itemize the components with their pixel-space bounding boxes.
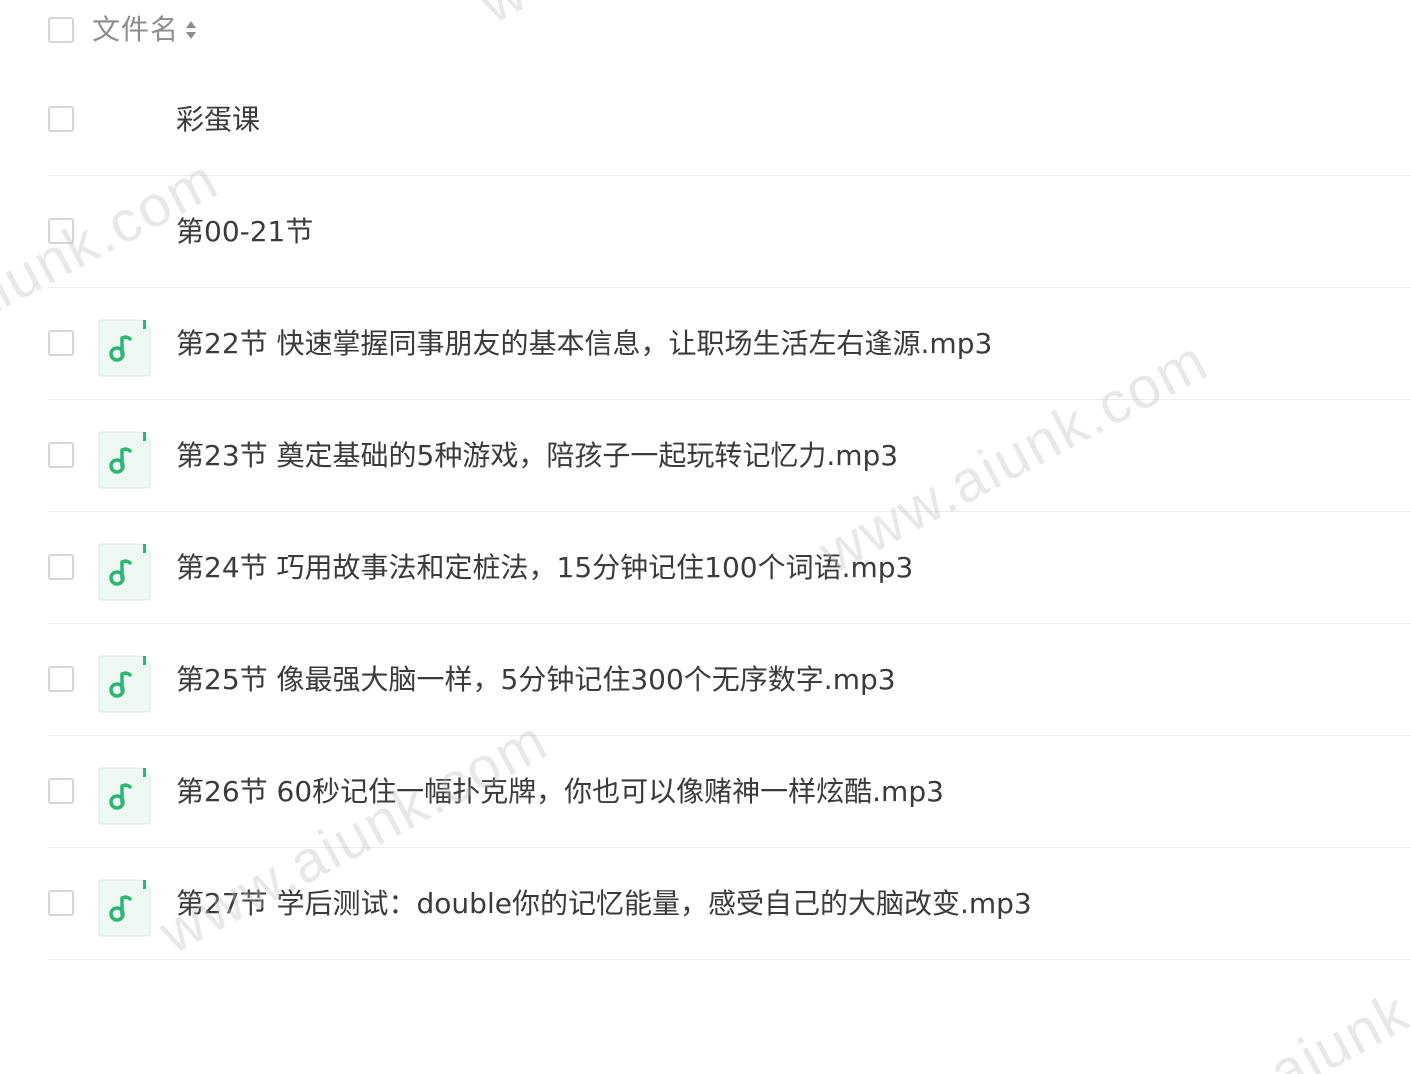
file-row[interactable]: 第25节 像最强大脑一样，5分钟记住300个无序数字.mp3	[0, 624, 1410, 736]
file-name[interactable]: 第23节 奠定基础的5种游戏，陪孩子一起玩转记忆力.mp3	[176, 436, 898, 476]
file-name[interactable]: 彩蛋课	[176, 100, 260, 140]
music-file-icon[interactable]	[94, 878, 154, 938]
file-row[interactable]: 第23节 奠定基础的5种游戏，陪孩子一起玩转记忆力.mp3	[0, 400, 1410, 512]
file-name[interactable]: 第24节 巧用故事法和定桩法，15分钟记住100个词语.mp3	[176, 548, 913, 588]
row-checkbox[interactable]	[48, 890, 74, 916]
folder-icon[interactable]	[94, 94, 154, 154]
file-list-page: 文件名 彩蛋课第00-21节第22节 快速掌握同事朋友的基本信息，让职场生活左右…	[0, 0, 1410, 1074]
music-file-icon[interactable]	[94, 542, 154, 602]
music-file-icon[interactable]	[94, 318, 154, 378]
sort-updown-icon[interactable]	[184, 18, 198, 42]
file-list-header: 文件名	[0, 0, 1410, 62]
row-checkbox[interactable]	[48, 218, 74, 244]
music-file-icon[interactable]	[94, 430, 154, 490]
file-row[interactable]: 彩蛋课	[0, 64, 1410, 176]
row-checkbox[interactable]	[48, 554, 74, 580]
file-name[interactable]: 第00-21节	[176, 212, 313, 252]
file-row[interactable]: 第00-21节	[0, 176, 1410, 288]
row-checkbox[interactable]	[48, 106, 74, 132]
music-file-icon[interactable]	[94, 654, 154, 714]
select-all-checkbox[interactable]	[48, 17, 74, 43]
row-checkbox[interactable]	[48, 330, 74, 356]
file-name[interactable]: 第27节 学后测试：double你的记忆能量，感受自己的大脑改变.mp3	[176, 884, 1032, 924]
file-row[interactable]: 第26节 60秒记住一幅扑克牌，你也可以像赌神一样炫酷.mp3	[0, 736, 1410, 848]
file-row[interactable]: 第24节 巧用故事法和定桩法，15分钟记住100个词语.mp3	[0, 512, 1410, 624]
row-checkbox[interactable]	[48, 442, 74, 468]
folder-icon[interactable]	[94, 206, 154, 266]
music-file-icon[interactable]	[94, 766, 154, 826]
file-name[interactable]: 第25节 像最强大脑一样，5分钟记住300个无序数字.mp3	[176, 660, 896, 700]
row-checkbox[interactable]	[48, 666, 74, 692]
row-divider	[48, 959, 1410, 960]
file-row[interactable]: 第22节 快速掌握同事朋友的基本信息，让职场生活左右逢源.mp3	[0, 288, 1410, 400]
filename-column-header[interactable]: 文件名	[92, 12, 179, 48]
file-name[interactable]: 第26节 60秒记住一幅扑克牌，你也可以像赌神一样炫酷.mp3	[176, 772, 944, 812]
watermark-text: aiunk	[1259, 978, 1410, 1074]
row-checkbox[interactable]	[48, 778, 74, 804]
file-name[interactable]: 第22节 快速掌握同事朋友的基本信息，让职场生活左右逢源.mp3	[176, 324, 992, 364]
file-row[interactable]: 第27节 学后测试：double你的记忆能量，感受自己的大脑改变.mp3	[0, 848, 1410, 960]
